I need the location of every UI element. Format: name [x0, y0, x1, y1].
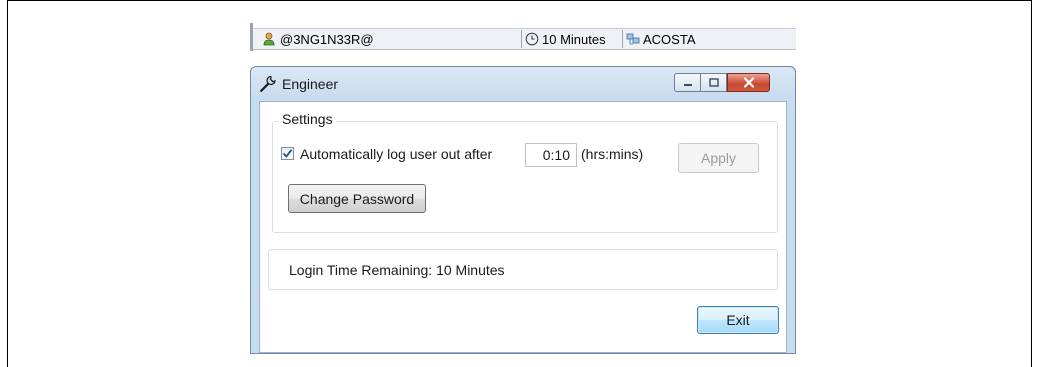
maximize-icon	[708, 78, 719, 87]
close-button[interactable]	[727, 73, 770, 92]
auto-logout-checkbox[interactable]	[281, 147, 294, 160]
clock-icon	[525, 32, 539, 46]
status-user[interactable]: @3NG1N33R@	[262, 30, 520, 48]
status-timer-label: 10 Minutes	[542, 31, 606, 47]
settings-group-title: Settings	[279, 111, 336, 127]
maximize-button[interactable]	[701, 73, 727, 92]
timeout-unit-label: (hrs:mins)	[581, 146, 644, 162]
checkmark-icon	[282, 149, 293, 158]
auto-logout-label[interactable]: Automatically log user out after	[300, 146, 492, 162]
status-user-label: @3NG1N33R@	[280, 31, 374, 47]
status-timer[interactable]: 10 Minutes	[521, 30, 621, 48]
status-machine-label: ACOSTA	[643, 31, 696, 47]
status-machine[interactable]: ACOSTA	[622, 30, 794, 48]
minimize-icon	[683, 83, 692, 86]
login-time-remaining: Login Time Remaining: 10 Minutes	[289, 262, 505, 278]
change-password-button[interactable]: Change Password	[288, 184, 426, 213]
window-title: Engineer	[282, 76, 339, 92]
exit-button[interactable]: Exit	[697, 306, 779, 334]
apply-button[interactable]: Apply	[678, 143, 759, 173]
settings-group	[272, 121, 778, 233]
wrench-icon	[260, 75, 276, 92]
network-computer-icon	[626, 33, 640, 45]
title-bar[interactable]: Engineer	[251, 67, 795, 101]
minimize-button[interactable]	[674, 73, 701, 92]
status-bar-edge	[250, 23, 253, 51]
close-icon	[743, 77, 754, 88]
timeout-input[interactable]: 0:10	[525, 143, 577, 167]
user-icon	[263, 32, 275, 46]
